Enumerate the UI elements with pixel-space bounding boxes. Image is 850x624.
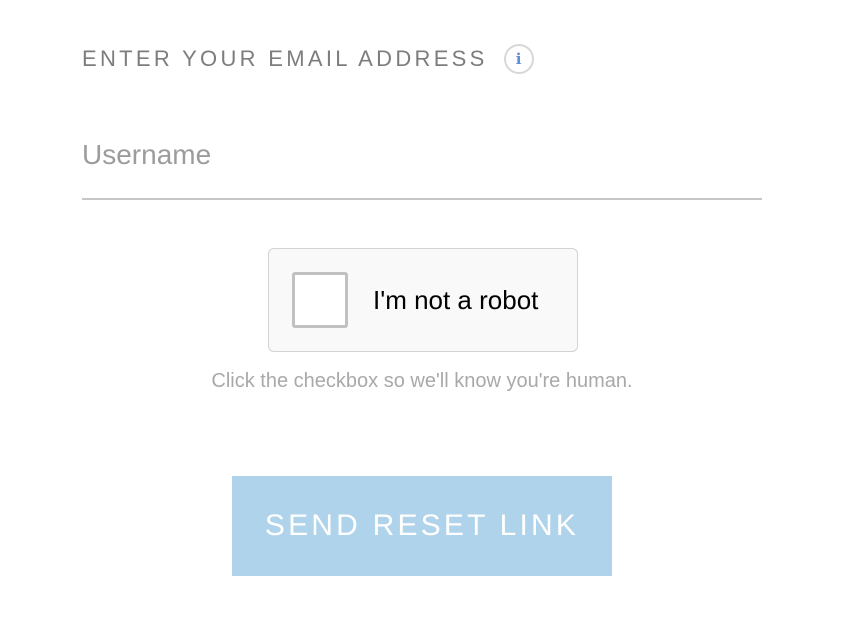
info-icon[interactable]: i (503, 44, 534, 74)
recaptcha-label: I'm not a robot (373, 285, 539, 315)
recaptcha-checkbox[interactable] (292, 272, 348, 328)
username-input[interactable] (82, 130, 762, 200)
email-field-label: ENTER YOUR EMAIL ADDRESS (82, 46, 488, 71)
recaptcha-widget: I'm not a robot (268, 248, 578, 352)
send-reset-link-button[interactable]: SEND RESET LINK (232, 476, 612, 576)
captcha-hint-text: Click the checkbox so we'll know you're … (211, 370, 633, 392)
email-label-row: ENTER YOUR EMAIL ADDRESS i (82, 42, 534, 76)
